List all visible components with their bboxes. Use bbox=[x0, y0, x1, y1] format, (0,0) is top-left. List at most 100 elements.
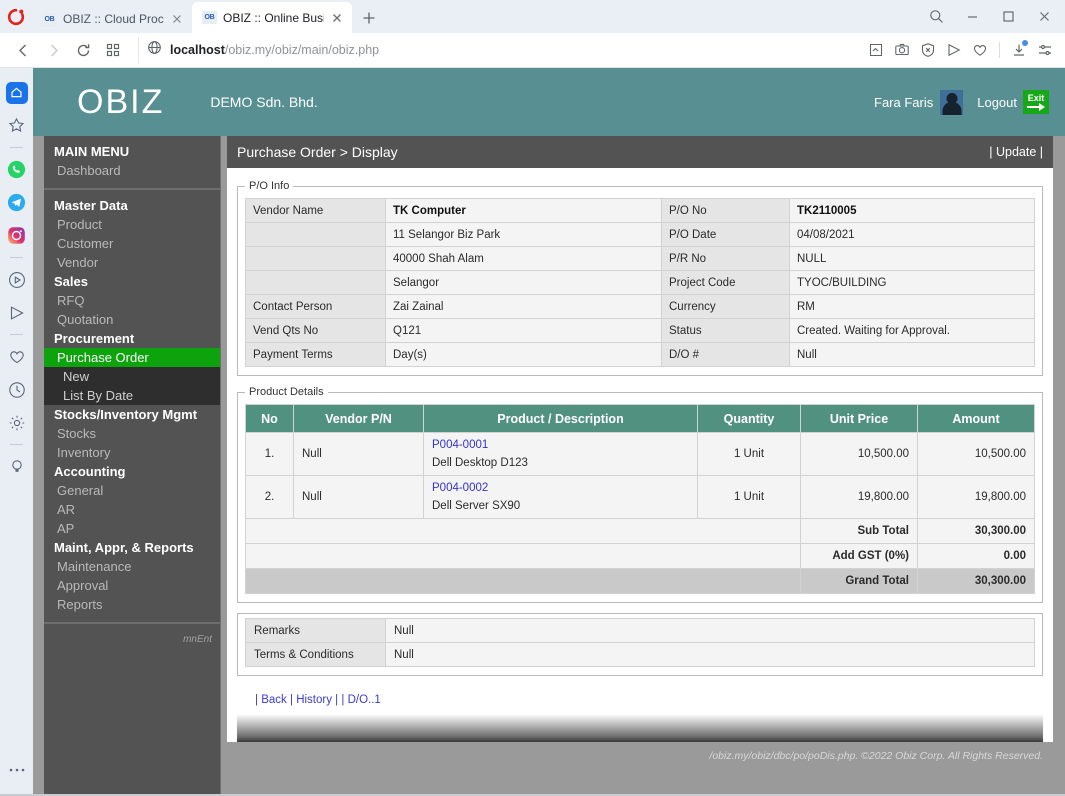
product-code-link[interactable]: P004-0002 bbox=[432, 482, 689, 494]
table-row: 1. Null P004-0001 Dell Desktop D123 1 Un… bbox=[246, 433, 1035, 476]
user-name: Fara Faris bbox=[874, 95, 933, 110]
search-icon[interactable] bbox=[919, 4, 953, 30]
more-icon[interactable] bbox=[0, 753, 33, 786]
sidebar-heading-main-menu: MAIN MENU bbox=[44, 142, 220, 161]
po-info-fieldset: P/O Info Vendor Name TK Computer P/O No … bbox=[237, 180, 1043, 376]
browser-titlebar: OB OBIZ :: Cloud Procurement OB OBIZ :: … bbox=[0, 0, 1065, 33]
settings-sliders-icon[interactable] bbox=[1033, 37, 1057, 63]
telegram-icon[interactable] bbox=[0, 186, 33, 219]
reload-button[interactable] bbox=[68, 36, 98, 64]
browser-tab-2[interactable]: OB OBIZ :: Online Business App bbox=[192, 2, 352, 33]
tab-close-icon[interactable] bbox=[170, 12, 184, 26]
app-header: OBIZ DEMO Sdn. Bhd. Fara Faris Logout Ex… bbox=[33, 68, 1065, 136]
po-label-currency: Currency bbox=[662, 295, 790, 319]
po-value-status: Created. Waiting for Approval. bbox=[790, 319, 1035, 343]
address-bar[interactable]: localhost/obiz.my/obiz/main/obiz.php bbox=[138, 37, 858, 63]
product-code-link[interactable]: P004-0001 bbox=[432, 439, 689, 451]
star-icon[interactable] bbox=[0, 109, 33, 142]
sidebar-item-dashboard[interactable]: Dashboard bbox=[44, 161, 220, 180]
update-link[interactable]: | Update | bbox=[989, 145, 1043, 159]
sidebar-item-maintenance[interactable]: Maintenance bbox=[44, 557, 220, 576]
home-icon[interactable] bbox=[0, 76, 33, 109]
po-value-currency: RM bbox=[790, 295, 1035, 319]
table-row: Contact Person Zai Zainal Currency RM bbox=[246, 295, 1035, 319]
media-icon[interactable] bbox=[0, 263, 33, 296]
po-info-table: Vendor Name TK Computer P/O No TK2110005… bbox=[245, 198, 1035, 367]
sidebar-item-inventory[interactable]: Inventory bbox=[44, 443, 220, 462]
po-value-do-number: Null bbox=[790, 343, 1035, 367]
instagram-icon[interactable] bbox=[0, 219, 33, 252]
sidebar-item-stocks[interactable]: Stocks bbox=[44, 424, 220, 443]
maximize-icon[interactable] bbox=[991, 4, 1025, 30]
send-icon[interactable] bbox=[0, 296, 33, 329]
rail-divider bbox=[10, 334, 23, 335]
logout-label[interactable]: Logout bbox=[977, 95, 1017, 110]
heart-icon[interactable] bbox=[0, 340, 33, 373]
app-footer: /obiz.my/obiz/dbc/po/poDis.php. ©2022 Ob… bbox=[227, 742, 1053, 764]
exit-icon[interactable]: Exit bbox=[1023, 90, 1049, 114]
sidebar-item-product[interactable]: Product bbox=[44, 215, 220, 234]
po-value-vend-qts-no: Q121 bbox=[386, 319, 662, 343]
main-content: Purchase Order > Display | Update | P/O … bbox=[221, 136, 1065, 796]
screenshot-icon[interactable] bbox=[890, 37, 914, 63]
sidebar-item-approval[interactable]: Approval bbox=[44, 576, 220, 595]
tab-close-icon[interactable] bbox=[330, 11, 344, 25]
bulb-icon[interactable] bbox=[0, 450, 33, 483]
sidebar-heading-stocks-inventory: Stocks/Inventory Mgmt bbox=[44, 405, 220, 424]
back-button[interactable] bbox=[8, 36, 38, 64]
sidebar-heading-sales: Sales bbox=[44, 272, 220, 291]
po-value-address-1: 11 Selangor Biz Park bbox=[386, 223, 662, 247]
forward-button[interactable] bbox=[38, 36, 68, 64]
table-row: 2. Null P004-0002 Dell Server SX90 1 Uni… bbox=[246, 476, 1035, 519]
sidebar-item-vendor[interactable]: Vendor bbox=[44, 253, 220, 272]
minimize-icon[interactable] bbox=[955, 4, 989, 30]
downloads-icon[interactable] bbox=[1007, 37, 1031, 63]
exit-arrow-icon bbox=[1027, 103, 1045, 110]
po-value-payment-terms: Day(s) bbox=[386, 343, 662, 367]
sidebar-item-reports[interactable]: Reports bbox=[44, 595, 220, 614]
row-no: 2. bbox=[246, 476, 294, 519]
sidebar-group-modules: Master Data Product Customer Vendor Sale… bbox=[44, 189, 220, 623]
send-icon[interactable] bbox=[942, 37, 966, 63]
subtotal-spacer bbox=[246, 519, 801, 544]
back-link[interactable]: Back bbox=[261, 694, 287, 706]
rail-divider bbox=[10, 147, 23, 148]
whatsapp-icon[interactable] bbox=[0, 153, 33, 186]
notes-fieldset: Remarks Null Terms & Conditions Null bbox=[237, 613, 1043, 676]
browser-tab-1[interactable]: OB OBIZ :: Cloud Procurement bbox=[32, 5, 192, 33]
row-unit-price: 19,800.00 bbox=[801, 476, 918, 519]
table-row: Remarks Null bbox=[246, 619, 1035, 643]
table-row: Payment Terms Day(s) D/O # Null bbox=[246, 343, 1035, 367]
po-label-blank-3 bbox=[246, 271, 386, 295]
sidebar-item-new[interactable]: New bbox=[44, 367, 220, 386]
gear-icon[interactable] bbox=[0, 406, 33, 439]
avatar[interactable] bbox=[940, 90, 963, 115]
sidebar-item-list-by-date[interactable]: List By Date bbox=[44, 386, 220, 405]
table-row: Selangor Project Code TYOC/BUILDING bbox=[246, 271, 1035, 295]
sidebar-item-quotation[interactable]: Quotation bbox=[44, 310, 220, 329]
po-label-payment-terms: Payment Terms bbox=[246, 343, 386, 367]
shield-icon[interactable] bbox=[916, 37, 940, 63]
grand-total-label: Grand Total bbox=[801, 569, 918, 594]
sidebar-item-purchase-order[interactable]: Purchase Order bbox=[44, 348, 220, 367]
collections-icon[interactable] bbox=[864, 37, 888, 63]
subtotal-value: 30,300.00 bbox=[918, 519, 1035, 544]
sidebar-item-rfq[interactable]: RFQ bbox=[44, 291, 220, 310]
close-icon[interactable] bbox=[1027, 4, 1061, 30]
subtotal-row: Sub Total 30,300.00 bbox=[246, 519, 1035, 544]
favorite-icon[interactable] bbox=[968, 37, 992, 63]
po-label-status: Status bbox=[662, 319, 790, 343]
table-row: Vend Qts No Q121 Status Created. Waiting… bbox=[246, 319, 1035, 343]
po-value-address-3: Selangor bbox=[386, 271, 662, 295]
sidebar-item-ap[interactable]: AP bbox=[44, 519, 220, 538]
history-link[interactable]: History bbox=[296, 694, 332, 706]
sidebar-heading-procurement: Procurement bbox=[44, 329, 220, 348]
sidebar-item-customer[interactable]: Customer bbox=[44, 234, 220, 253]
link-separator: | bbox=[341, 694, 344, 706]
history-icon[interactable] bbox=[0, 373, 33, 406]
do-link[interactable]: D/O..1 bbox=[348, 694, 381, 706]
new-tab-button[interactable] bbox=[356, 5, 382, 31]
apps-grid-icon[interactable] bbox=[98, 36, 128, 64]
sidebar-item-general[interactable]: General bbox=[44, 481, 220, 500]
sidebar-item-ar[interactable]: AR bbox=[44, 500, 220, 519]
